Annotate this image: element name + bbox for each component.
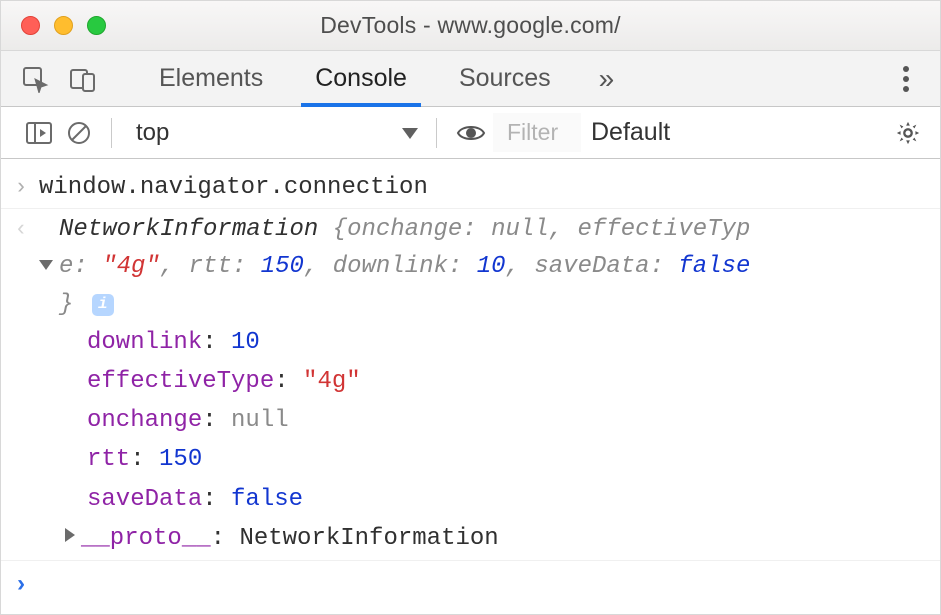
console-prompt[interactable]: › xyxy=(1,560,940,614)
input-marker-icon: › xyxy=(14,171,27,206)
console-command: window.navigator.connection xyxy=(39,169,924,206)
chevron-down-icon xyxy=(402,119,418,147)
kebab-icon xyxy=(902,65,910,93)
window-minimize-button[interactable] xyxy=(54,16,73,35)
panel-tabs: Elements Console Sources » xyxy=(133,51,636,106)
tab-elements[interactable]: Elements xyxy=(133,51,289,106)
separator xyxy=(111,118,112,148)
window-zoom-button[interactable] xyxy=(87,16,106,35)
console-sidebar-toggle-icon[interactable] xyxy=(19,113,59,153)
property-row[interactable]: saveData: false xyxy=(87,480,924,519)
object-expanded: downlink: 10 effectiveType: "4g" onchang… xyxy=(39,323,924,558)
live-expression-icon[interactable] xyxy=(449,113,493,153)
console-toolbar: top Default xyxy=(1,107,940,159)
tab-label: Elements xyxy=(159,64,263,93)
prompt-marker-icon: › xyxy=(3,567,39,604)
tab-label: Console xyxy=(315,64,407,93)
chevron-double-right-icon: » xyxy=(599,63,615,95)
console-input-row[interactable]: › window.navigator.connection xyxy=(1,167,940,209)
info-badge-icon[interactable]: i xyxy=(92,294,114,316)
window-title: DevTools - www.google.com/ xyxy=(1,12,940,39)
console-filter-input[interactable] xyxy=(493,113,581,152)
property-row[interactable]: rtt: 150 xyxy=(87,440,924,479)
separator xyxy=(436,118,437,148)
inspect-element-icon[interactable] xyxy=(15,59,55,99)
console-settings-icon[interactable] xyxy=(886,113,930,153)
clear-console-icon[interactable] xyxy=(59,113,99,153)
main-menu-button[interactable] xyxy=(886,59,926,99)
devtools-tabstrip: Elements Console Sources » xyxy=(1,51,940,107)
object-summary[interactable]: NetworkInformation {onchange: null, effe… xyxy=(39,211,924,323)
console-result-row[interactable]: ‹ NetworkInformation {onchange: null, ef… xyxy=(1,209,940,560)
tab-label: Sources xyxy=(459,64,551,93)
more-tabs-button[interactable]: » xyxy=(577,51,637,106)
titlebar: DevTools - www.google.com/ xyxy=(1,1,940,51)
level-label: Default xyxy=(591,118,670,147)
property-row[interactable]: onchange: null xyxy=(87,401,924,440)
console-body: › window.navigator.connection ‹ NetworkI… xyxy=(1,159,940,614)
window-controls xyxy=(1,16,106,35)
disclosure-triangle-icon[interactable] xyxy=(39,260,53,270)
context-label: top xyxy=(136,119,169,147)
class-name: NetworkInformation xyxy=(59,216,318,243)
disclosure-triangle-icon[interactable] xyxy=(65,528,75,542)
window-close-button[interactable] xyxy=(21,16,40,35)
device-toolbar-icon[interactable] xyxy=(63,59,103,99)
property-row[interactable]: __proto__: NetworkInformation xyxy=(65,519,924,558)
execution-context-select[interactable]: top xyxy=(124,115,424,151)
log-level-select[interactable]: Default xyxy=(581,114,680,151)
property-row[interactable]: downlink: 10 xyxy=(87,323,924,362)
output-marker-icon: ‹ xyxy=(14,213,27,558)
tab-console[interactable]: Console xyxy=(289,51,433,106)
property-row[interactable]: effectiveType: "4g" xyxy=(87,362,924,401)
tab-sources[interactable]: Sources xyxy=(433,51,577,106)
